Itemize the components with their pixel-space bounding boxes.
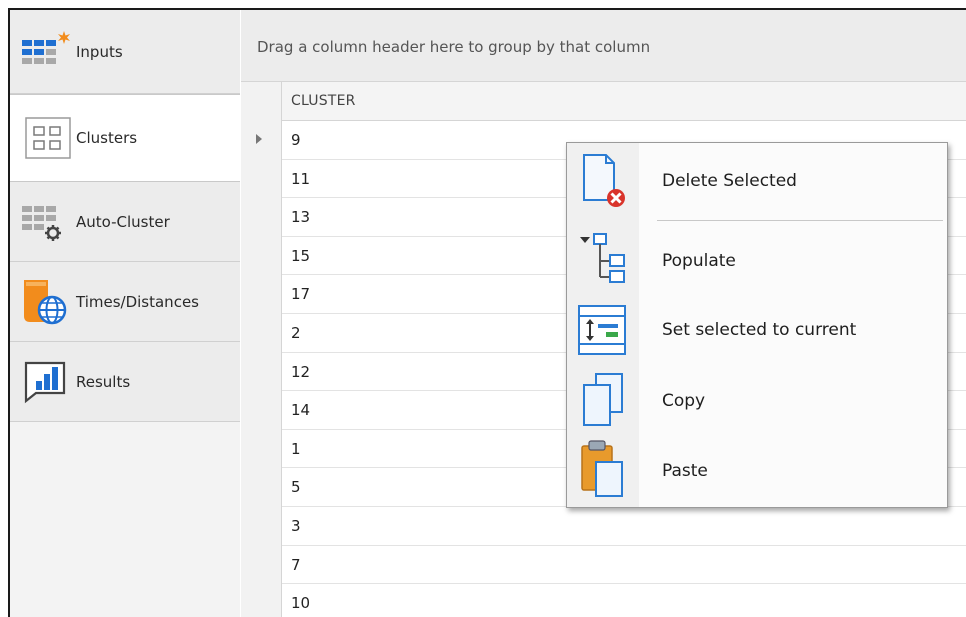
sidebar-item-inputs[interactable]: Inputs	[10, 10, 240, 94]
sidebar-item-auto-cluster[interactable]: Auto-Cluster	[10, 182, 240, 262]
sidebar-item-label: Auto-Cluster	[76, 212, 170, 231]
table-row[interactable]: 10	[282, 584, 966, 617]
column-header-cluster[interactable]: CLUSTER	[282, 82, 966, 121]
group-by-hint: Drag a column header here to group by th…	[257, 38, 651, 56]
menu-item-set-selected-to-current[interactable]: Set selected to current	[567, 297, 947, 367]
current-row-arrow-icon	[256, 134, 262, 144]
paste-icon	[575, 439, 631, 499]
sidebar-item-clusters[interactable]: Clusters	[10, 94, 240, 182]
column-header-label: CLUSTER	[291, 93, 356, 109]
cluster-cell: 10	[291, 594, 311, 613]
sidebar-item-label: Inputs	[76, 42, 123, 61]
menu-item-label: Delete Selected	[662, 171, 797, 191]
cluster-cell: 3	[291, 516, 301, 535]
sidebar-nav: Inputs Clusters Auto-Cluster Times/Dista…	[10, 10, 240, 617]
sidebar-item-results[interactable]: Results	[10, 342, 240, 422]
cluster-cell: 13	[291, 208, 311, 227]
sidebar-item-label: Results	[76, 372, 131, 391]
cluster-cell: 14	[291, 401, 311, 420]
sidebar-item-label: Times/Distances	[76, 292, 199, 311]
row-indicator-column	[241, 82, 282, 617]
menu-item-label: Paste	[662, 461, 708, 481]
sidebar-empty-area	[10, 422, 240, 617]
menu-item-copy[interactable]: Copy	[567, 367, 947, 437]
clusters-icon	[20, 114, 76, 162]
sidebar-item-times-distances[interactable]: Times/Distances	[10, 262, 240, 342]
menu-separator	[657, 220, 943, 221]
table-row[interactable]: 3	[282, 507, 966, 546]
times-distances-icon	[20, 278, 76, 326]
sidebar-item-label: Clusters	[76, 129, 138, 147]
cluster-cell: 12	[291, 362, 311, 381]
cluster-cell: 9	[291, 131, 301, 149]
populate-tree-icon	[575, 231, 631, 291]
cluster-cell: 7	[291, 555, 301, 574]
cluster-cell: 5	[291, 478, 301, 497]
menu-item-label: Copy	[662, 391, 706, 411]
table-row[interactable]: 7	[282, 546, 966, 585]
menu-item-label: Set selected to current	[662, 320, 857, 340]
cluster-cell: 2	[291, 323, 301, 342]
cluster-cell: 1	[291, 439, 301, 458]
auto-cluster-icon	[20, 198, 76, 246]
inputs-grid-icon	[20, 28, 76, 76]
menu-item-delete-selected[interactable]: Delete Selected	[567, 145, 947, 217]
cluster-cell: 15	[291, 246, 311, 265]
menu-item-populate[interactable]: Populate	[567, 227, 947, 297]
delete-selected-icon	[575, 151, 631, 211]
group-by-panel[interactable]: Drag a column header here to group by th…	[241, 10, 966, 82]
menu-item-paste[interactable]: Paste	[567, 437, 947, 507]
cluster-cell: 17	[291, 285, 311, 304]
results-chart-icon	[20, 358, 76, 406]
context-menu: Delete Selected Populate Set selected to…	[566, 142, 948, 508]
set-current-icon	[575, 301, 631, 361]
copy-icon	[575, 371, 631, 431]
menu-item-label: Populate	[662, 251, 736, 271]
cluster-cell: 11	[291, 169, 311, 188]
